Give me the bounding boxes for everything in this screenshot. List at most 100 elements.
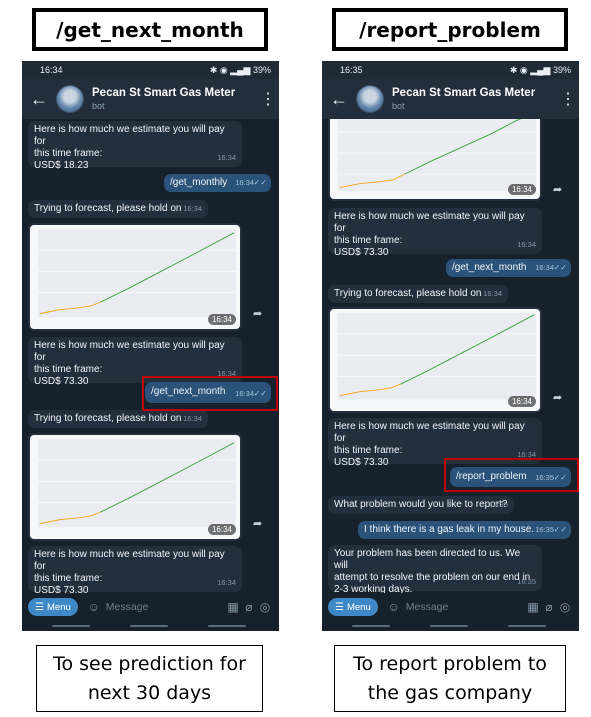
message-list[interactable]: Here is how much we estimate you will pa… xyxy=(22,119,279,593)
status-battery: ✱ ◉ ▂▄▆ 39% xyxy=(509,64,571,75)
attach-icon[interactable]: ⌀ xyxy=(541,600,557,614)
sticker-icon[interactable]: ☺ xyxy=(386,600,402,614)
menu-button[interactable]: ☰ Menu xyxy=(28,598,78,616)
chat-header: ← Pecan St Smart Gas Meter bot ⋮ xyxy=(322,79,579,119)
incoming-message: Trying to forecast, please hold on 16:34 xyxy=(28,410,208,428)
menu-button[interactable]: ☰ Menu xyxy=(328,598,378,616)
outgoing-message: /get_monthly 16:34 ✓✓ xyxy=(164,174,271,192)
outgoing-message: I think there is a gas leak in my house.… xyxy=(358,521,571,539)
message-text: Trying to forecast, please hold on xyxy=(334,288,482,299)
message-time: 16:34 xyxy=(517,240,536,249)
sticker-icon[interactable]: ☺ xyxy=(86,600,102,614)
message-time: 16:35 xyxy=(517,577,536,586)
message-text: Here is how much we estimate you will pa… xyxy=(34,124,225,171)
double-check-icon: ✓✓ xyxy=(253,178,267,187)
highlight-get-next-month xyxy=(142,376,278,411)
forecast-chart-image[interactable]: 16:34 xyxy=(28,223,242,331)
nav-back[interactable] xyxy=(508,625,546,627)
message-time: 16:34 xyxy=(207,524,236,535)
menu-label: Menu xyxy=(346,601,371,613)
back-arrow-icon[interactable]: ← xyxy=(22,89,56,110)
message-input-bar: ☰ Menu ☺ Message ▦ ⌀ ◎ xyxy=(322,593,579,621)
incoming-message: Here is how much we estimate you will pa… xyxy=(28,546,242,593)
incoming-message: What problem would you like to report? 1… xyxy=(328,496,514,514)
forecast-chart-image[interactable]: 16:34 xyxy=(28,433,242,541)
double-check-icon: ✓✓ xyxy=(553,525,567,534)
chat-title[interactable]: Pecan St Smart Gas Meter xyxy=(392,86,557,100)
back-arrow-icon[interactable]: ← xyxy=(322,89,356,110)
incoming-message: Here is how much we estimate you will pa… xyxy=(328,208,542,258)
status-bar: 16:34 ✱ ◉ ▂▄▆ 39% xyxy=(22,61,279,79)
message-text: What problem would you like to report? xyxy=(334,499,508,510)
message-time: 16:34 xyxy=(535,263,554,272)
outgoing-message: /get_next_month 16:34 ✓✓ xyxy=(446,259,571,277)
grid-icon[interactable]: ▦ xyxy=(225,600,241,614)
nav-recents[interactable] xyxy=(352,625,390,627)
chat-title[interactable]: Pecan St Smart Gas Meter xyxy=(92,86,257,100)
system-nav-bar xyxy=(22,621,279,631)
message-text: Here is how much we estimate you will pa… xyxy=(34,549,225,593)
camera-icon[interactable]: ◎ xyxy=(557,600,573,614)
nav-home[interactable] xyxy=(130,625,168,627)
menu-icon: ☰ xyxy=(35,601,44,613)
right-phone-screen: 16:35 ✱ ◉ ▂▄▆ 39% ← Pecan St Smart Gas M… xyxy=(322,61,579,631)
left-command-label: /get_next_month xyxy=(32,8,268,51)
message-time: 16:34 xyxy=(183,204,202,213)
message-time: 16:35 xyxy=(535,525,554,534)
status-battery: ✱ ◉ ▂▄▆ 39% xyxy=(209,64,271,75)
avatar[interactable] xyxy=(356,85,384,113)
left-phone-screen: 16:34 ✱ ◉ ▂▄▆ 39% ← Pecan St Smart Gas M… xyxy=(22,61,279,631)
nav-back[interactable] xyxy=(208,625,246,627)
right-command-label: /report_problem xyxy=(332,8,568,51)
share-icon[interactable]: ➦ xyxy=(253,517,262,530)
share-icon[interactable]: ➦ xyxy=(553,391,562,404)
status-bar: 16:35 ✱ ◉ ▂▄▆ 39% xyxy=(322,61,579,79)
message-time: 16:34 xyxy=(217,578,236,587)
message-text: Trying to forecast, please hold on xyxy=(34,413,182,424)
status-time: 16:34 xyxy=(40,65,63,75)
forecast-chart xyxy=(37,438,237,528)
attach-icon[interactable]: ⌀ xyxy=(241,600,257,614)
forecast-chart xyxy=(337,312,537,400)
message-time: 16:34 xyxy=(235,178,254,187)
message-time: 16:34 xyxy=(217,153,236,162)
forecast-chart xyxy=(37,228,237,318)
message-text: Trying to forecast, please hold on xyxy=(34,203,182,214)
message-time: 16:34 xyxy=(183,414,202,423)
nav-home[interactable] xyxy=(430,625,468,627)
message-input[interactable]: Message xyxy=(402,601,525,613)
menu-label: Menu xyxy=(46,601,71,613)
system-nav-bar xyxy=(322,621,579,631)
forecast-chart-image[interactable]: 16:34 xyxy=(328,119,542,201)
message-list[interactable]: 16:34 ➦ Here is how much we estimate you… xyxy=(322,119,579,593)
more-vert-icon[interactable]: ⋮ xyxy=(557,89,579,109)
incoming-message: Your problem has been directed to us. We… xyxy=(328,545,542,593)
nav-recents[interactable] xyxy=(52,625,90,627)
camera-icon[interactable]: ◎ xyxy=(257,600,273,614)
share-icon[interactable]: ➦ xyxy=(553,183,562,196)
left-caption: To see prediction for next 30 days xyxy=(36,645,263,712)
grid-icon[interactable]: ▦ xyxy=(525,600,541,614)
share-icon[interactable]: ➦ xyxy=(253,307,262,320)
message-input-bar: ☰ Menu ☺ Message ▦ ⌀ ◎ xyxy=(22,593,279,621)
incoming-message: Trying to forecast, please hold on 16:34 xyxy=(28,200,208,218)
right-caption: To report problem to the gas company xyxy=(334,645,566,712)
highlight-report-problem xyxy=(444,458,579,492)
chat-subtitle: bot xyxy=(92,101,105,111)
message-time: 16:35 xyxy=(489,500,508,509)
menu-icon: ☰ xyxy=(335,601,344,613)
message-text: Here is how much we estimate you will pa… xyxy=(334,211,525,258)
message-time: 16:34 xyxy=(507,396,536,407)
status-time: 16:35 xyxy=(340,65,363,75)
message-time: 16:34 xyxy=(507,184,536,195)
message-input[interactable]: Message xyxy=(102,601,225,613)
avatar[interactable] xyxy=(56,85,84,113)
chat-subtitle: bot xyxy=(392,101,405,111)
chat-header: ← Pecan St Smart Gas Meter bot ⋮ xyxy=(22,79,279,119)
incoming-message: Here is how much we estimate you will pa… xyxy=(28,121,242,171)
message-time: 16:34 xyxy=(483,289,502,298)
more-vert-icon[interactable]: ⋮ xyxy=(257,89,279,109)
forecast-chart-image[interactable]: 16:34 xyxy=(328,307,542,413)
message-time: 16:34 xyxy=(207,314,236,325)
double-check-icon: ✓✓ xyxy=(553,263,567,272)
